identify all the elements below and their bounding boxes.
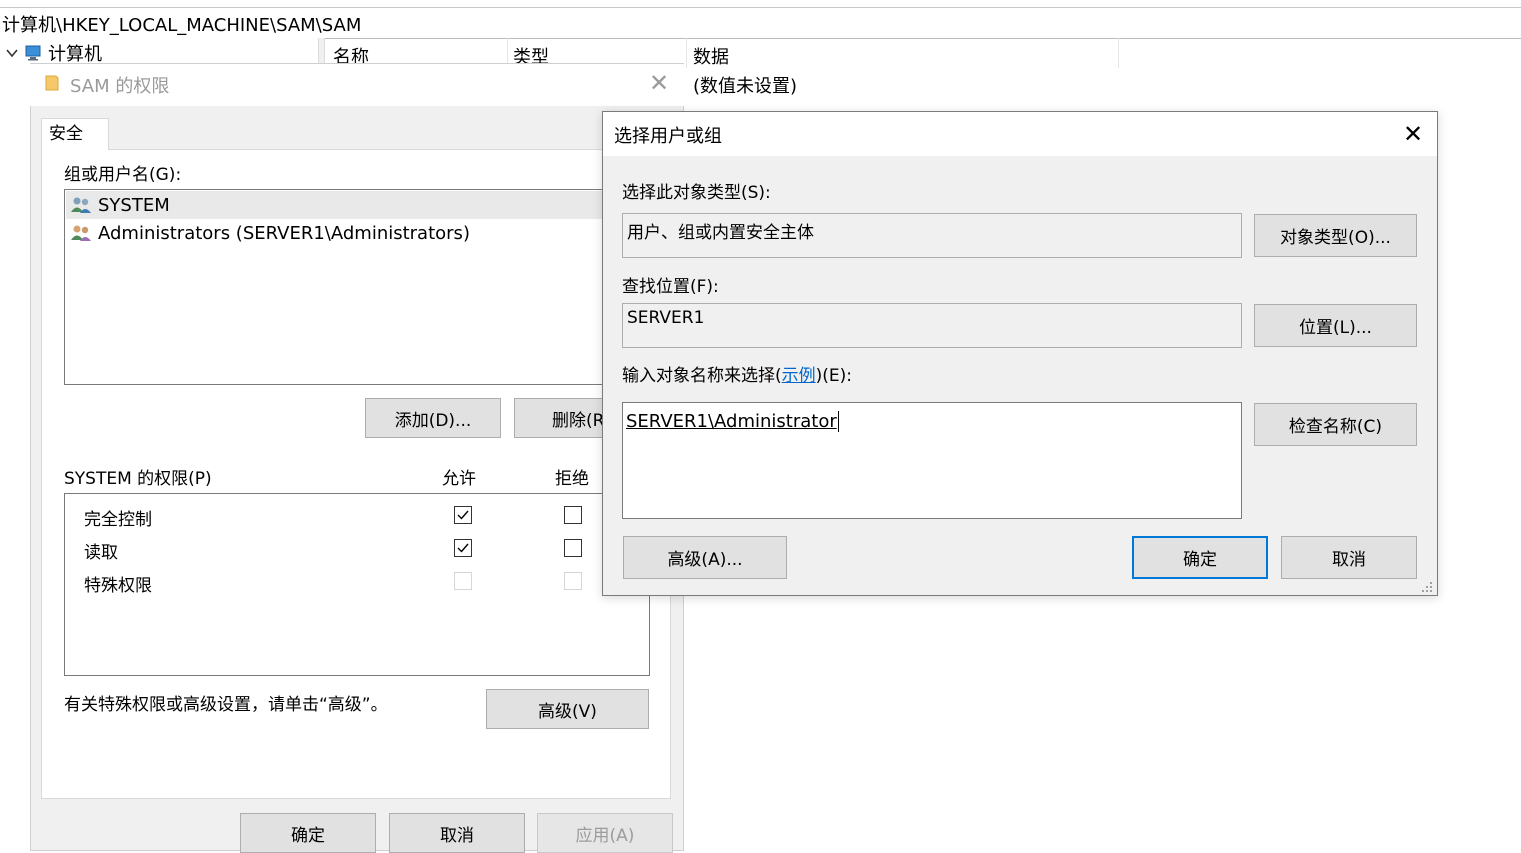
deny-read-checkbox[interactable] <box>564 539 582 557</box>
location-field: SERVER1 <box>622 303 1242 348</box>
permission-label: 特殊权限 <box>84 576 152 596</box>
add-button[interactable]: 添加(D)... <box>365 398 501 438</box>
remove-button[interactable]: 删除(R) <box>514 398 614 438</box>
object-name-label-suffix: )(E): <box>815 366 853 386</box>
column-divider[interactable] <box>1118 38 1119 68</box>
column-header-data[interactable]: 数据 <box>693 43 729 69</box>
computer-icon <box>25 45 41 61</box>
users-group-icon <box>71 225 91 241</box>
allow-column-header: 允许 <box>442 469 476 489</box>
ok-button[interactable]: 确定 <box>240 813 376 853</box>
allow-special-checkbox <box>454 572 472 590</box>
checkmark-icon <box>457 543 469 553</box>
list-item-label: SYSTEM <box>98 194 170 216</box>
select-dialog-title: 选择用户或组 <box>614 126 722 147</box>
object-name-label: 输入对象名称来选择(示例)(E): <box>622 361 852 386</box>
object-name-input[interactable]: SERVER1\Administrator <box>622 402 1242 519</box>
value-data-cell: (数值未设置) <box>693 76 798 97</box>
select-dialog-titlebar[interactable] <box>603 112 1437 156</box>
chevron-down-icon[interactable] <box>6 47 18 59</box>
examples-link[interactable]: 示例 <box>782 366 816 386</box>
permissions-header: SYSTEM 的权限(P) <box>64 469 212 489</box>
list-item-system[interactable]: SYSTEM <box>66 191 606 219</box>
advanced-note: 有关特殊权限或高级设置，请单击“高级”。 <box>64 695 388 715</box>
users-group-icon <box>71 197 91 213</box>
permissions-dialog-title: SAM 的权限 <box>70 76 170 97</box>
location-label: 查找位置(F): <box>622 277 719 297</box>
list-item-administrators[interactable]: Administrators (SERVER1\Administrators) <box>66 219 606 247</box>
advanced-button[interactable]: 高级(V) <box>486 689 649 729</box>
deny-full-control-checkbox[interactable] <box>564 506 582 524</box>
allow-read-checkbox[interactable] <box>454 539 472 557</box>
object-name-value: SERVER1\Administrator <box>626 411 839 432</box>
object-type-label: 选择此对象类型(S): <box>622 183 771 203</box>
cancel-button[interactable]: 取消 <box>1281 536 1417 579</box>
permission-label: 完全控制 <box>84 510 152 530</box>
cancel-button[interactable]: 取消 <box>389 813 525 853</box>
deny-special-checkbox <box>564 572 582 590</box>
tab-security[interactable]: 安全 <box>41 118 109 150</box>
locations-button[interactable]: 位置(L)... <box>1254 304 1417 347</box>
select-users-dialog: 选择用户或组 ✕ 选择此对象类型(S): 用户、组或内置安全主体 对象类型(O)… <box>602 111 1438 596</box>
apply-button: 应用(A) <box>537 813 673 853</box>
close-icon[interactable]: ✕ <box>1399 120 1427 148</box>
permission-label: 读取 <box>84 543 118 563</box>
deny-column-header: 拒绝 <box>555 469 589 489</box>
object-name-label-prefix: 输入对象名称来选择( <box>622 366 782 386</box>
allow-full-control-checkbox[interactable] <box>454 506 472 524</box>
address-path[interactable]: 计算机\HKEY_LOCAL_MACHINE\SAM\SAM <box>2 11 361 37</box>
check-names-button[interactable]: 检查名称(C) <box>1254 403 1417 446</box>
ok-button[interactable]: 确定 <box>1132 536 1268 579</box>
object-types-button[interactable]: 对象类型(O)... <box>1254 214 1417 257</box>
close-icon[interactable]: ✕ <box>646 69 672 97</box>
group-or-user-label: 组或用户名(G): <box>64 165 182 185</box>
object-type-field: 用户、组或内置安全主体 <box>622 213 1242 258</box>
advanced-button[interactable]: 高级(A)... <box>623 536 787 579</box>
list-item-label: Administrators (SERVER1\Administrators) <box>98 222 470 244</box>
checkmark-icon <box>457 510 469 520</box>
folder-icon <box>45 75 59 91</box>
resize-grip-icon[interactable] <box>1421 581 1433 593</box>
column-divider[interactable] <box>686 38 687 68</box>
